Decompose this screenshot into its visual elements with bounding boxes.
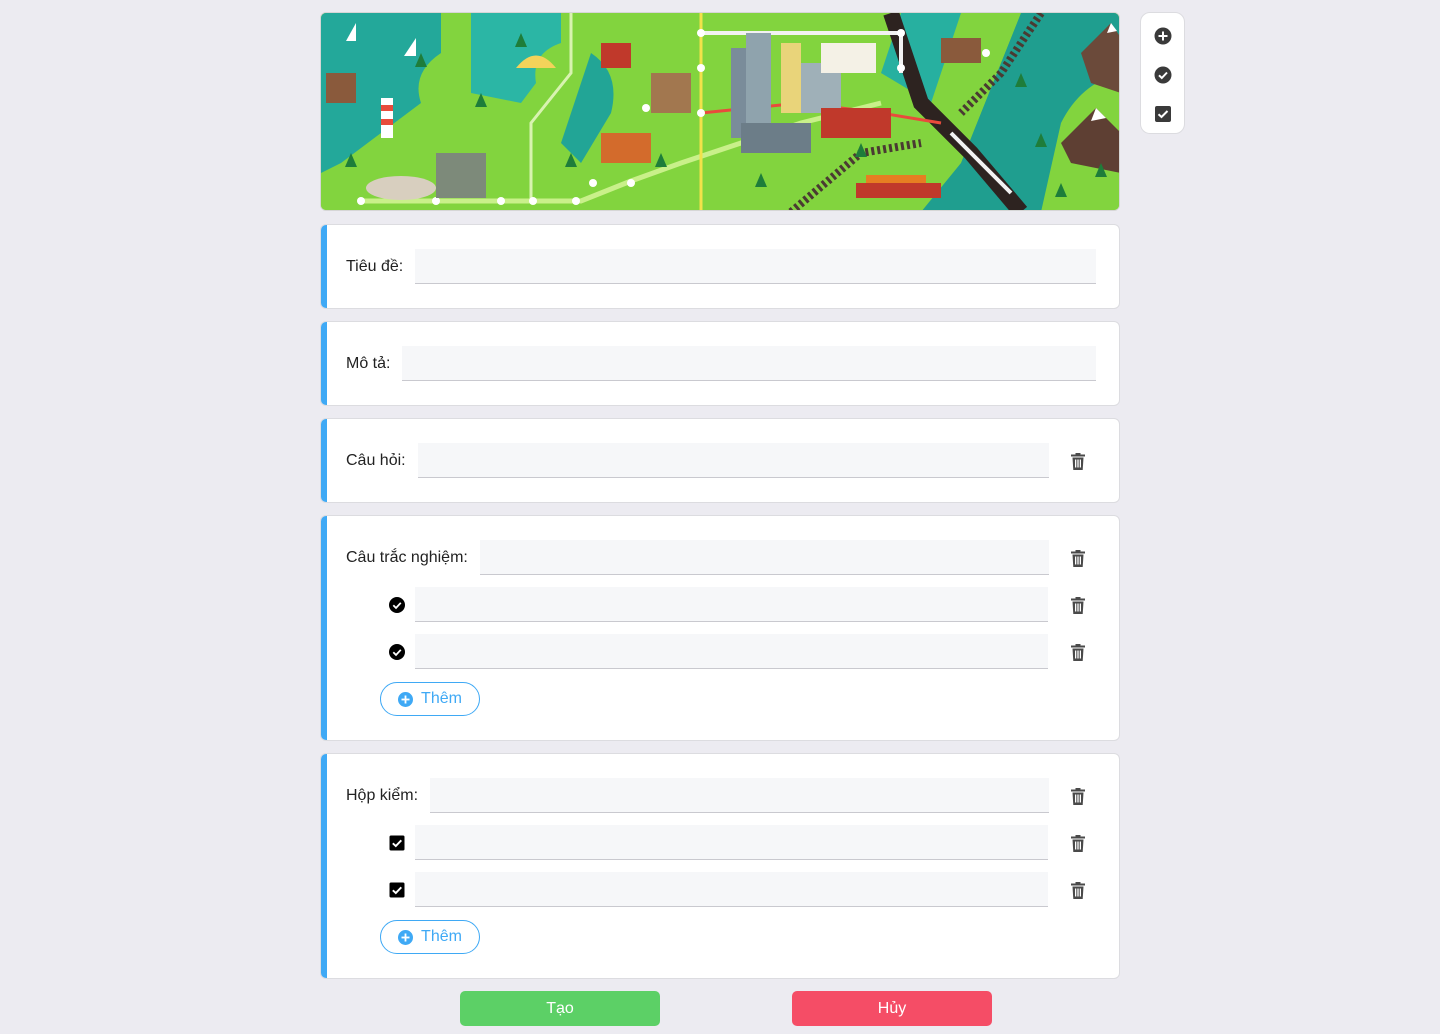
radio-check-icon [389,597,405,613]
delete-option-button[interactable] [1070,596,1086,614]
title-label: Tiêu đề: [346,257,404,275]
checkbox-card: Hộp kiểm: Thêm [320,753,1120,979]
trash-icon [1071,549,1085,567]
trash-icon [1071,834,1085,852]
side-toolbar [1140,12,1185,134]
title-input[interactable] [415,249,1097,284]
delete-question-button[interactable] [1070,452,1086,470]
create-button[interactable]: Tạo [460,991,660,1026]
question-card: Câu hỏi: [320,418,1120,503]
add-option-label: Thêm [421,928,462,945]
question-input[interactable] [417,443,1049,478]
checkbox-option-input[interactable] [415,872,1048,907]
banner-image [320,12,1120,211]
plus-circle-icon [1154,27,1171,45]
description-label: Mô tả: [346,354,391,372]
check-square-icon [1154,106,1171,122]
add-checkbox-button[interactable] [1153,104,1173,124]
trash-icon [1071,452,1085,470]
cancel-button[interactable]: Hủy [792,991,992,1026]
checkbox-option-input[interactable] [415,825,1048,860]
add-multiple-choice-button[interactable] [1153,65,1173,85]
trash-icon [1071,881,1085,899]
checkbox-label: Hộp kiểm: [346,786,419,804]
description-input[interactable] [402,346,1097,381]
check-circle-icon [1154,66,1171,84]
title-card: Tiêu đề: [320,224,1120,309]
description-card: Mô tả: [320,321,1120,406]
radio-check-icon [389,644,405,660]
multiple-choice-option-input[interactable] [415,587,1048,622]
checkbox-question-input[interactable] [430,778,1050,813]
question-label: Câu hỏi: [346,451,406,469]
add-option-label: Thêm [421,690,462,707]
add-option-button[interactable]: Thêm [380,682,480,716]
delete-option-button[interactable] [1070,881,1086,899]
delete-checkbox-button[interactable] [1070,787,1086,805]
delete-multiple-choice-button[interactable] [1070,549,1086,567]
plus-circle-icon [398,691,414,707]
trash-icon [1071,643,1085,661]
delete-option-button[interactable] [1070,834,1086,852]
plus-circle-icon [398,929,414,945]
multiple-choice-option-input[interactable] [415,634,1048,669]
checkbox-check-icon [389,835,405,851]
add-option-button[interactable]: Thêm [380,920,480,954]
multiple-choice-question-input[interactable] [479,540,1049,575]
multiple-choice-label: Câu trắc nghiệm: [346,548,468,566]
trash-icon [1071,596,1085,614]
checkbox-check-icon [389,882,405,898]
add-question-button[interactable] [1153,26,1173,46]
delete-option-button[interactable] [1070,643,1086,661]
multiple-choice-card: Câu trắc nghiệm: Thêm [320,515,1120,741]
trash-icon [1071,787,1085,805]
